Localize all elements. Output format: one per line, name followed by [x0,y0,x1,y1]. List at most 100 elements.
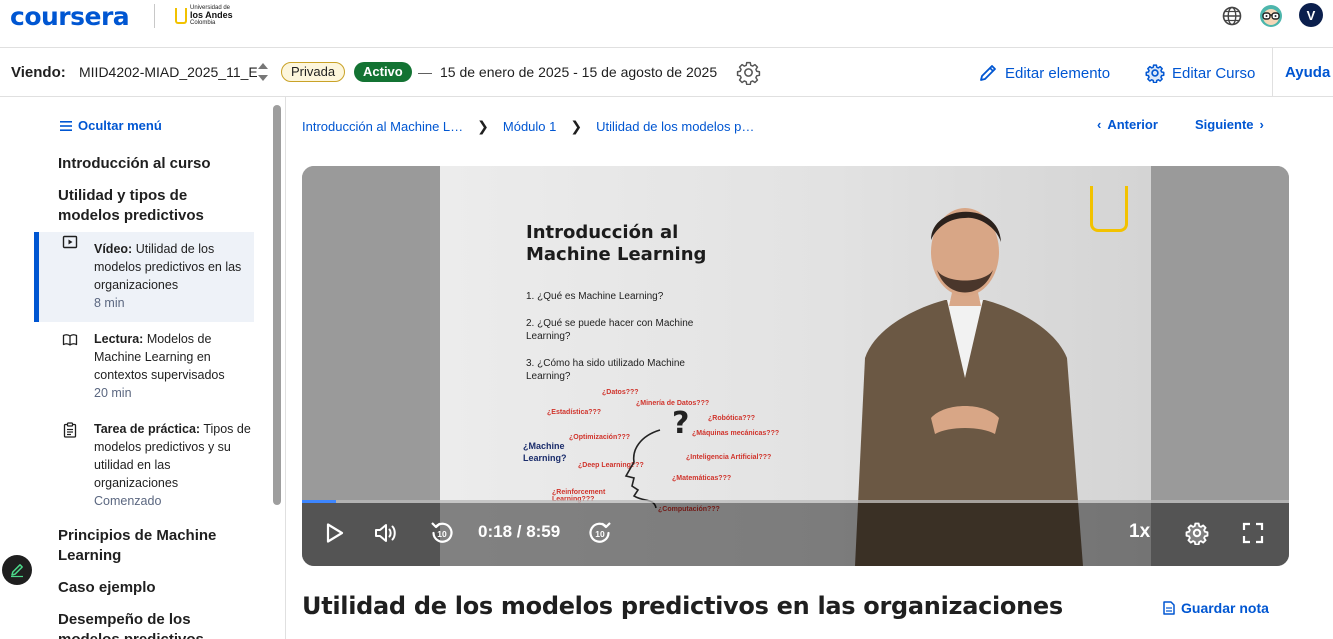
edit-item-link[interactable]: Editar elemento [978,63,1110,83]
svg-text:10: 10 [595,529,605,539]
svg-text:10: 10 [437,529,447,539]
help-link[interactable]: Ayuda [1285,64,1330,81]
hide-menu-label: Ocultar menú [78,118,162,133]
slide-point: 3. ¿Cómo ha sido utilizado Machine Learn… [526,358,685,382]
item-meta: 20 min [94,386,132,400]
forward-10-button[interactable]: 10 [587,520,613,546]
course-outline-sidebar: Ocultar menú Introducción al curso Utili… [0,97,286,639]
top-header: coursera Universidad de los Andes Colomb… [0,0,1333,48]
video-settings-button[interactable] [1184,520,1210,546]
globe-icon[interactable] [1220,4,1244,28]
user-avatar[interactable]: V [1299,3,1323,27]
save-note-label: Guardar nota [1181,600,1269,616]
sidebar-item-reading[interactable]: Lectura: Modelos de Machine Learning en … [34,330,254,410]
uniandes-line3: Colombia [190,20,216,26]
rewind-10-icon: 10 [431,522,453,543]
course-selector-arrows-icon[interactable] [258,63,268,81]
breadcrumb-course[interactable]: Introducción al Machine L… [302,119,463,134]
sidebar-item-practice[interactable]: Tarea de práctica: Tipos de modelos pred… [34,420,254,516]
uniandes-logo[interactable]: Universidad de los Andes Colombia [175,5,242,26]
item-kind: Vídeo: [94,242,133,256]
notes-pen-button[interactable] [2,555,32,585]
sidebar-item-text: Vídeo: Utilidad de los modelos predictiv… [94,240,254,294]
clipboard-icon [63,422,77,438]
logo-divider [154,4,155,28]
breadcrumb-module[interactable]: Módulo 1 [503,119,556,134]
fullscreen-button[interactable] [1240,520,1266,546]
viewing-label: Viendo: [11,64,66,81]
volume-button[interactable] [373,520,399,546]
item-kind: Lectura: [94,332,144,346]
pencil-icon [980,65,996,81]
edit-course-link[interactable]: Editar Curso [1145,63,1255,83]
chevron-right-icon: › [1259,117,1264,132]
uniandes-mark-icon [175,7,187,24]
slide-center-line2: Learning? [523,453,567,463]
slide-word: ¿Matemáticas??? [672,475,732,482]
module-heading-intro[interactable]: Introducción al curso [58,154,238,174]
slide-title-line2: Machine Learning [526,244,707,265]
chevron-left-icon: ‹ [1097,117,1102,132]
pen-icon [11,564,23,578]
eyeglasses-avatar-icon[interactable] [1259,4,1283,28]
forward-10-icon: 10 [589,522,611,543]
chevron-right-icon: ❯ [477,118,489,134]
rewind-10-button[interactable]: 10 [429,520,455,546]
help-divider [1272,48,1273,97]
uniandes-watermark-icon [1090,186,1128,232]
date-dash: — [418,64,432,80]
course-date-range: 15 de enero de 2025 - 15 de agosto de 20… [440,64,718,80]
item-meta: Comenzado [94,494,162,508]
note-icon [1163,601,1175,615]
slide-word: ¿Datos??? [602,389,639,396]
video-progress-fill [302,500,336,503]
slide-title-line1: Introducción al [526,222,679,243]
play-icon [326,523,344,543]
sidebar-scrollbar[interactable] [273,105,281,505]
sidebar-item-video[interactable]: Vídeo: Utilidad de los modelos predictiv… [34,232,254,322]
course-selector[interactable]: MIID4202-MIAD_2025_11_E [79,64,257,80]
item-meta: 8 min [94,296,125,310]
volume-icon [375,524,396,542]
course-bar: Viendo: MIID4202-MIAD_2025_11_E Privada … [0,48,1333,97]
previous-label: Anterior [1107,117,1158,132]
slide-word: ¿Inteligencia Artificial??? [686,454,772,461]
slide-point: 1. ¿Qué es Machine Learning? [526,291,664,302]
status-badge: Activo [354,62,412,82]
breadcrumb-item[interactable]: Utilidad de los modelos p… [596,119,754,134]
sidebar-item-text: Tarea de práctica: Tipos de modelos pred… [94,420,254,492]
hamburger-icon [60,120,72,131]
fullscreen-icon [1242,522,1264,544]
slide-center-line1: ¿Machine [523,441,565,451]
video-progress-bar[interactable] [302,500,1289,503]
next-button[interactable]: Siguiente › [1195,117,1264,132]
video-time-display: 0:18 / 8:59 [478,522,561,541]
privacy-badge: Privada [281,62,346,82]
slide-word: ¿Robótica??? [708,415,756,422]
play-button[interactable] [324,520,346,546]
hide-menu-button[interactable]: Ocultar menú [60,118,162,133]
save-note-button[interactable]: Guardar nota [1163,600,1269,616]
slide-word: ¿Estadística??? [547,409,602,416]
previous-button[interactable]: ‹ Anterior [1097,117,1158,132]
next-label: Siguiente [1195,117,1254,132]
video-controls: 10 0:18 / 8:59 10 1x [302,500,1289,566]
playback-speed-button[interactable]: 1x [1129,521,1150,543]
module-heading-desempeno[interactable]: Desempeño de los modelos predictivos [58,610,238,639]
video-player[interactable]: Introducción al Machine Learning 1. ¿Qué… [302,166,1289,566]
slide-word: ¿Máquinas mecánicas??? [692,430,780,437]
module-heading-utilidad[interactable]: Utilidad y tipos de modelos predictivos [58,186,238,226]
uniandes-line2: los Andes [190,10,233,20]
gear-icon [1145,64,1165,83]
edit-course-label: Editar Curso [1172,64,1256,82]
chevron-right-icon: ❯ [570,118,583,134]
sidebar-item-text: Lectura: Modelos de Machine Learning en … [94,330,254,384]
lesson-title: Utilidad de los modelos predictivos en l… [302,592,1063,620]
slide-center-label: ¿Machine Learning? [523,440,567,464]
module-heading-principios[interactable]: Principios de Machine Learning [58,526,238,566]
coursera-logo[interactable]: coursera [10,2,130,31]
module-heading-caso[interactable]: Caso ejemplo [58,578,238,598]
item-kind: Tarea de práctica: [94,422,201,436]
play-icon [62,235,78,249]
session-settings-gear-icon[interactable] [736,60,761,86]
